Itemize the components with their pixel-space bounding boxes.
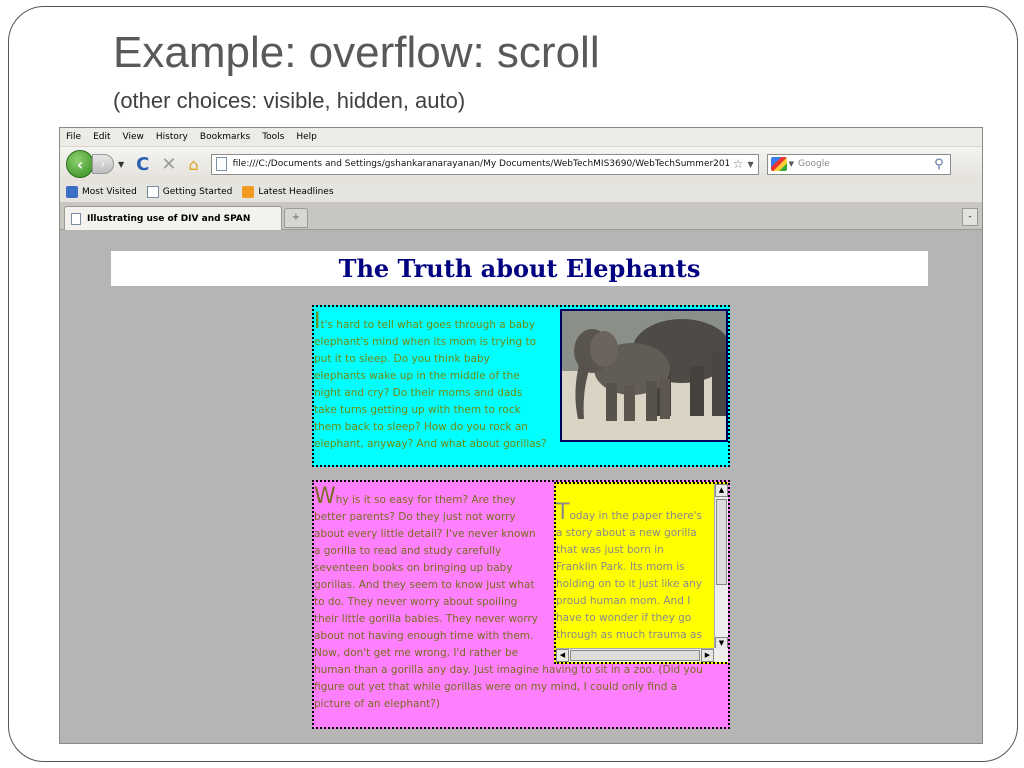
vertical-scrollbar[interactable]: ▲ ▼ [714,484,728,650]
page-icon [215,157,227,171]
text-line: picture of an elephant?) [314,698,440,710]
new-tab-button[interactable]: + [284,208,308,228]
bookmarks-toolbar: Most Visited Getting Started Latest Head… [60,181,982,203]
back-arrow-icon: ‹ [76,154,84,174]
scroll-right-arrow-icon[interactable]: ▶ [701,649,714,662]
cyan-paragraph: It's hard to tell what goes through a ba… [314,311,566,453]
page-heading: The Truth about Elephants [111,251,928,286]
url-dropdown-icon[interactable]: ▼ [747,160,753,169]
menu-tools[interactable]: Tools [262,132,284,142]
most-visited-icon [66,185,78,198]
page-content: The Truth about Elephants It's hard to t… [60,231,982,743]
bookmark-label: Most Visited [82,186,137,197]
scroll-left-arrow-icon[interactable]: ◀ [556,649,569,662]
forward-arrow-icon: › [100,157,106,171]
vertical-scroll-thumb[interactable] [716,499,727,585]
forward-button[interactable]: › [92,154,114,174]
slide-title: Example: overflow: scroll [113,28,600,77]
menu-help[interactable]: Help [296,132,317,142]
text-line: holding on to it just like any [556,578,703,590]
google-engine-icon[interactable] [770,157,787,171]
horizontal-scroll-thumb[interactable] [570,650,700,661]
rss-feed-icon [242,185,255,198]
menu-bookmarks[interactable]: Bookmarks [200,132,250,142]
cyan-div: It's hard to tell what goes through a ba… [312,305,730,467]
drop-cap: W [314,484,336,509]
text-line: through as much trauma as [556,629,702,641]
navigation-toolbar: ‹ › ▼ C ✕ ⌂ file:///C:/Documents and Set… [60,147,982,181]
url-text[interactable]: file:///C:/Documents and Settings/gshank… [233,159,729,169]
text-line: take turns getting up with them to rock [314,404,521,416]
search-bar[interactable]: ▼ Google ⚲ [766,153,951,175]
bookmark-label: Getting Started [162,186,233,197]
text-line: oday in the paper there's [569,510,703,522]
elephant-illustration [562,311,726,440]
text-line: elephant, anyway? And what about gorilla… [314,438,547,450]
text-line: night and cry? Do their moms and dads [314,387,523,399]
text-line: put it to sleep. Do you think baby [314,353,490,365]
horizontal-scrollbar[interactable]: ◀ ▶ [556,648,714,662]
search-input[interactable]: Google [798,159,934,169]
tab-strip: Illustrating use of DIV and SPAN + - [60,203,982,230]
search-engine-dropdown-icon[interactable]: ▼ [789,160,794,168]
scrollbar-corner [714,648,728,662]
tab-active[interactable]: Illustrating use of DIV and SPAN [64,206,282,230]
bookmark-label: Latest Headlines [258,186,334,197]
text-line: hy is it so easy for them? Are they [335,494,516,506]
page-icon [146,185,159,198]
list-all-tabs-button[interactable]: - [962,208,978,226]
reload-icon[interactable]: C [136,154,149,175]
address-bar[interactable]: file:///C:/Documents and Settings/gshank… [210,153,759,175]
elephant-image [560,309,728,442]
text-line: t's hard to tell what goes through a bab… [320,319,536,331]
bookmark-star-icon[interactable]: ☆ [733,157,744,171]
yellow-paragraph: Today in the paper there's a story about… [556,502,714,644]
text-line: figure out yet that while gorillas were … [314,681,678,693]
drop-cap: T [556,500,570,525]
text-line: that was just born in [556,544,664,556]
text-line: Franklin Park. Its mom is [556,561,685,573]
home-icon[interactable]: ⌂ [188,155,198,174]
text-line: them back to sleep? How do you rock an [314,421,528,433]
bookmark-most-visited[interactable]: Most Visited [66,185,137,198]
scroll-viewport: Today in the paper there's a story about… [556,484,714,650]
history-dropdown-icon[interactable]: ▼ [118,160,124,169]
pink-div: Why is it so easy for them? Are they bet… [312,480,730,729]
text-line: proud human mom. And I [556,595,691,607]
menu-edit[interactable]: Edit [93,132,110,142]
menu-bar: File Edit View History Bookmarks Tools H… [60,128,982,147]
menu-view[interactable]: View [123,132,144,142]
browser-window: File Edit View History Bookmarks Tools H… [59,127,983,744]
tab-title: Illustrating use of DIV and SPAN [87,213,251,224]
yellow-scroll-div[interactable]: Today in the paper there's a story about… [554,482,728,664]
scroll-up-arrow-icon[interactable]: ▲ [715,484,728,497]
bookmark-latest-headlines[interactable]: Latest Headlines [242,185,334,198]
text-line: have to wonder if they go [556,612,692,624]
bookmark-getting-started[interactable]: Getting Started [146,185,233,198]
menu-file[interactable]: File [66,132,81,142]
page-icon [71,212,81,225]
menu-history[interactable]: History [156,132,188,142]
text-line: a story about a new gorilla [556,527,697,539]
text-line: elephant's mind when its mom is trying t… [314,336,537,348]
text-line: elephants wake up in the middle of the [314,370,520,382]
stop-icon[interactable]: ✕ [161,154,176,175]
back-button[interactable]: ‹ [66,150,94,178]
search-icon[interactable]: ⚲ [934,157,944,172]
slide-subtitle: (other choices: visible, hidden, auto) [113,88,466,113]
text-line: human than a gorilla any day. Just imagi… [314,664,703,676]
